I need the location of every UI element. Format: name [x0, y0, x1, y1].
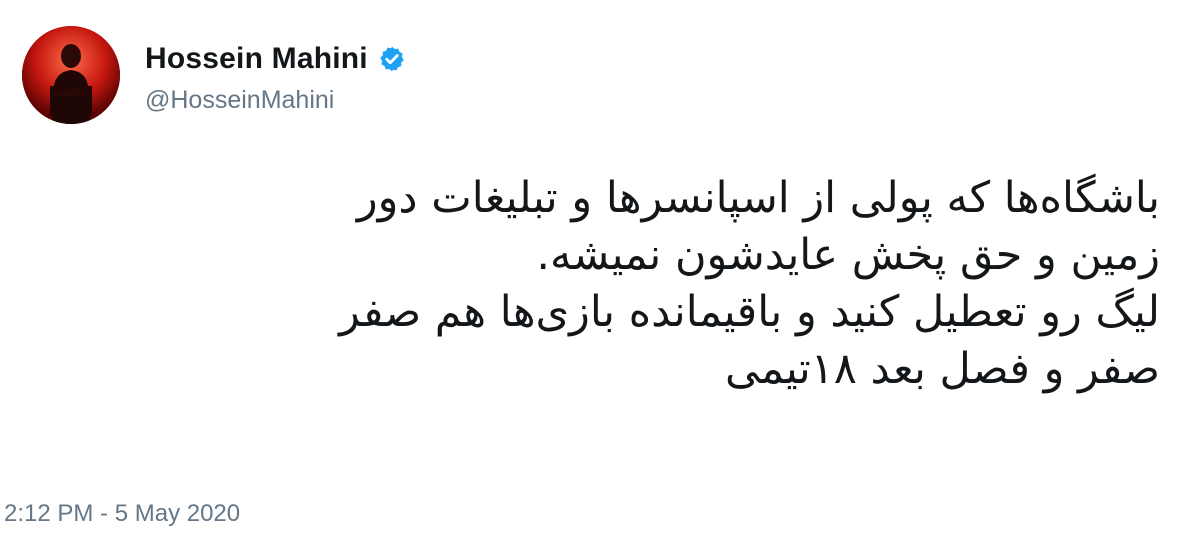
author-handle[interactable]: @HosseinMahini: [145, 86, 334, 115]
avatar-photo: MAHINI: [22, 26, 120, 124]
tweet-text-line: لیگ رو تعطیل کنید و باقیمانده بازی‌ها هم…: [339, 287, 1160, 337]
tweet-timestamp[interactable]: 2:12 PM - 5 May 2020: [4, 500, 240, 528]
tweet-text-line: باشگاه‌ها که پولی از اسپانسرها و تبلیغات…: [356, 173, 1160, 223]
author-display-name[interactable]: Hossein Mahini: [145, 42, 368, 76]
tweet-text-line: زمین و حق پخش عایدشون نمیشه.: [536, 230, 1160, 280]
avatar-lettering: MAHINI: [55, 88, 87, 98]
tweet-card: MAHINI Hossein Mahini @HosseinMahini باش…: [0, 0, 1200, 554]
verified-badge-icon: [378, 45, 406, 73]
avatar[interactable]: MAHINI: [22, 26, 120, 124]
tweet-text: باشگاه‌ها که پولی از اسپانسرها و تبلیغات…: [60, 170, 1160, 398]
author-name-row: Hossein Mahini: [145, 38, 406, 80]
tweet-text-line: صفر و فصل بعد ۱۸تیمی: [725, 344, 1160, 394]
